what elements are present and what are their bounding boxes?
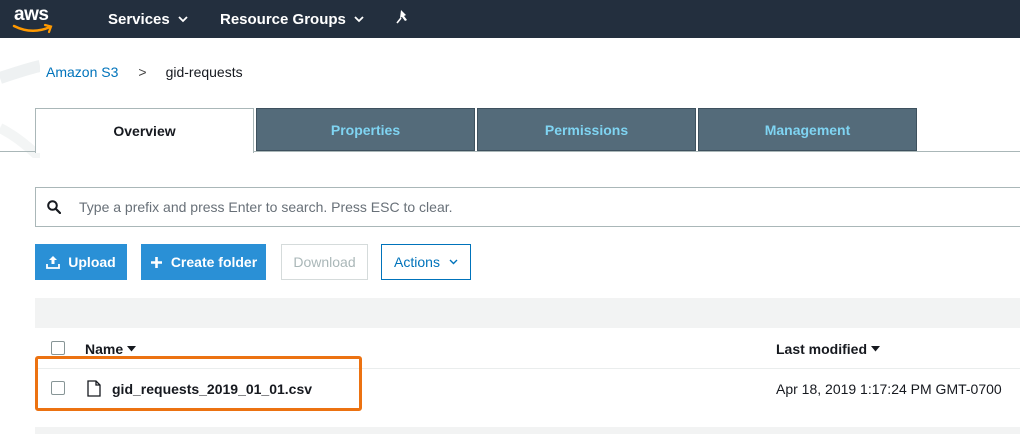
last-modified-value: Apr 18, 2019 1:17:24 PM GMT-0700 (776, 381, 1002, 397)
tab-permissions[interactable]: Permissions (477, 108, 696, 151)
file-name-link[interactable]: gid_requests_2019_01_01.csv (112, 381, 312, 397)
pin-button[interactable] (396, 0, 410, 38)
search-icon (47, 200, 61, 214)
tab-properties[interactable]: Properties (256, 108, 475, 151)
create-folder-button[interactable]: Create folder (141, 244, 266, 280)
upload-icon (46, 255, 61, 269)
services-menu[interactable]: Services (108, 0, 188, 38)
tab-overview[interactable]: Overview (35, 108, 254, 153)
column-header-last-modified-label: Last modified (776, 341, 868, 357)
pin-icon (396, 9, 410, 29)
plus-icon (150, 256, 163, 269)
file-icon (87, 380, 101, 400)
column-header-last-modified[interactable]: Last modified (776, 341, 881, 357)
search-box (35, 187, 1020, 227)
actions-dropdown[interactable]: Actions (381, 244, 471, 280)
sort-down-icon (871, 346, 881, 352)
top-navigation-bar: aws Services Resource Groups (0, 0, 1020, 38)
table-row[interactable]: gid_requests_2019_01_01.csv Apr 18, 2019… (35, 369, 1020, 409)
services-menu-label: Services (108, 10, 170, 28)
chevron-down-icon (354, 15, 364, 23)
actions-dropdown-label: Actions (394, 254, 440, 270)
breadcrumb-separator: > (138, 64, 147, 80)
create-folder-button-label: Create folder (170, 254, 258, 270)
aws-logo[interactable]: aws (12, 3, 58, 35)
upload-button-label: Upload (68, 254, 116, 270)
download-button[interactable]: Download (281, 244, 368, 280)
chevron-down-icon (178, 15, 188, 23)
sort-down-icon (127, 346, 137, 352)
column-header-name[interactable]: Name (85, 341, 137, 357)
resource-groups-menu-label: Resource Groups (220, 10, 346, 28)
select-all-checkbox[interactable] (51, 341, 65, 355)
aws-smile-icon (12, 23, 53, 34)
table-footer-band (35, 427, 1020, 434)
table-toolbar-band (35, 298, 1020, 328)
column-header-name-label: Name (85, 341, 124, 357)
chevron-down-icon (449, 259, 458, 265)
tab-management[interactable]: Management (698, 108, 917, 151)
upload-button[interactable]: Upload (35, 244, 127, 280)
background-swoosh (0, 60, 40, 158)
row-checkbox[interactable] (51, 381, 65, 395)
breadcrumb-amazon-s3-link[interactable]: Amazon S3 (46, 64, 118, 80)
breadcrumb: Amazon S3 > gid-requests (46, 64, 243, 80)
breadcrumb-current-bucket: gid-requests (165, 64, 243, 80)
table-header: Name Last modified (35, 328, 1020, 369)
resource-groups-menu[interactable]: Resource Groups (220, 0, 364, 38)
search-input[interactable] (77, 198, 931, 216)
